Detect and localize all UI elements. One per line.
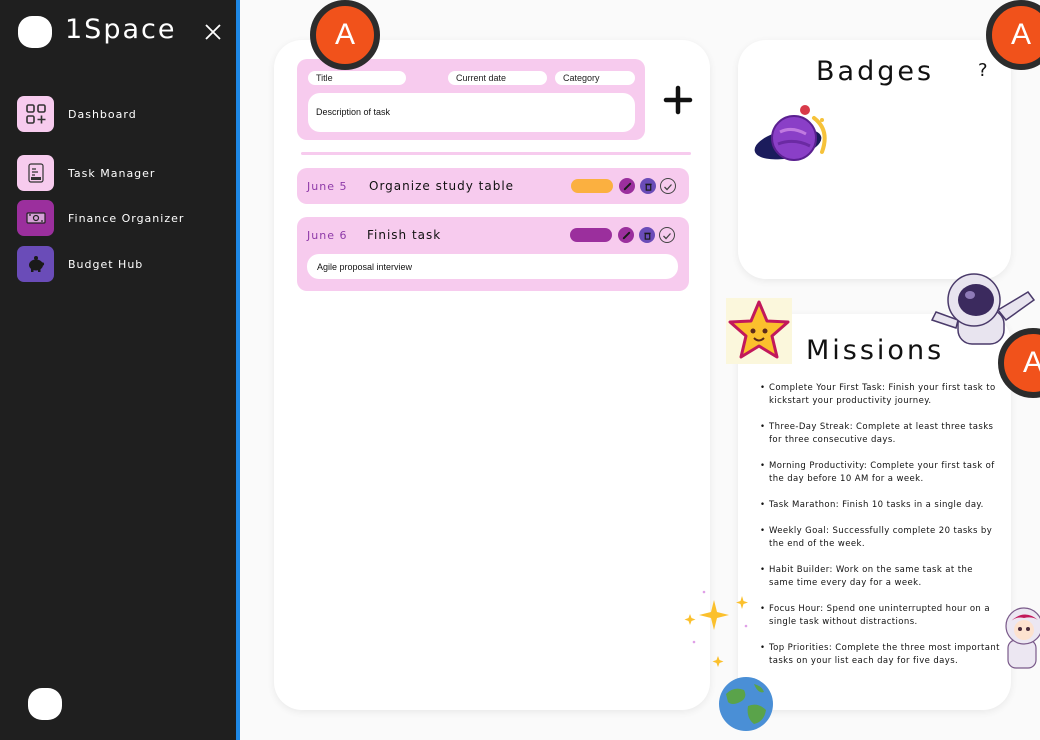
date-input[interactable]: Current date [448,71,547,85]
sidebar-item-budget-hub[interactable]: Budget Hub [17,246,143,282]
category-tag [570,228,612,242]
mission-item: Complete Your First Task: Finish your fi… [760,382,1000,408]
trash-icon [643,232,651,240]
mission-item: Weekly Goal: Successfully complete 20 ta… [760,525,1000,551]
sidebar-item-task-manager[interactable]: Task Manager [17,155,155,191]
category-select[interactable]: Category [555,71,635,85]
add-task-button[interactable] [662,85,694,115]
mission-item: Top Priorities: Complete the three most … [760,642,1000,668]
sparkles-icon [684,590,748,667]
title-input[interactable]: Title [308,71,406,85]
edit-button[interactable] [619,178,635,194]
sidebar-item-label: Dashboard [68,107,137,121]
sidebar-item-finance-organizer[interactable]: Finance Organizer [17,200,184,236]
app-title: 1Space [65,14,177,45]
category-tag [571,179,613,193]
complete-checkbox[interactable] [659,227,675,243]
missions-title: Missions [806,335,945,366]
missions-list: Complete Your First Task: Finish your fi… [760,382,1000,681]
dashboard-icon [17,96,54,132]
trash-icon [644,183,652,191]
sidebar-item-label: Task Manager [68,166,156,180]
logo[interactable] [18,16,52,48]
user-avatar[interactable]: A [310,0,380,70]
money-icon [17,200,54,236]
pencil-icon [623,182,631,190]
sidebar-item-label: Budget Hub [68,257,144,271]
check-icon [663,233,671,240]
piggy-bank-icon [17,246,54,282]
pencil-icon [622,231,630,239]
divider [301,152,691,155]
task-name: Organize study table [369,179,515,193]
sidebar-item-label: Finance Organizer [68,211,185,225]
help-icon[interactable]: ? [978,60,988,81]
description-input[interactable]: Description of task [308,93,635,132]
sidebar: 1Space Dashboard Task Manager Finance Or… [0,0,240,740]
badges-title: Badges [816,56,935,87]
planet-badge-icon [754,105,827,161]
mission-item: Habit Builder: Work on the same task at … [760,564,1000,590]
star-icon [726,298,792,364]
task-manager-card [274,40,710,710]
mission-item: Focus Hour: Spend one uninterrupted hour… [760,603,1000,629]
subtask-note: Agile proposal interview [307,254,678,279]
edit-button[interactable] [618,227,634,243]
sidebar-item-dashboard[interactable]: Dashboard [17,96,137,132]
character-icon [1005,607,1040,669]
mission-item: Three-Day Streak: Complete at least thre… [760,421,1000,447]
task-name: Finish task [367,228,442,242]
task-date: June 6 [307,229,348,242]
delete-button[interactable] [640,178,656,194]
task-date: June 5 [307,180,348,193]
close-icon[interactable] [203,22,223,42]
complete-checkbox[interactable] [660,178,676,194]
earth-icon [719,677,773,731]
check-icon [664,184,672,191]
task-list-icon [17,155,54,191]
settings-button[interactable] [28,688,62,720]
mission-item: Morning Productivity: Complete your firs… [760,460,1000,486]
delete-button[interactable] [639,227,655,243]
mission-item: Task Marathon: Finish 10 tasks in a sing… [760,499,1000,512]
